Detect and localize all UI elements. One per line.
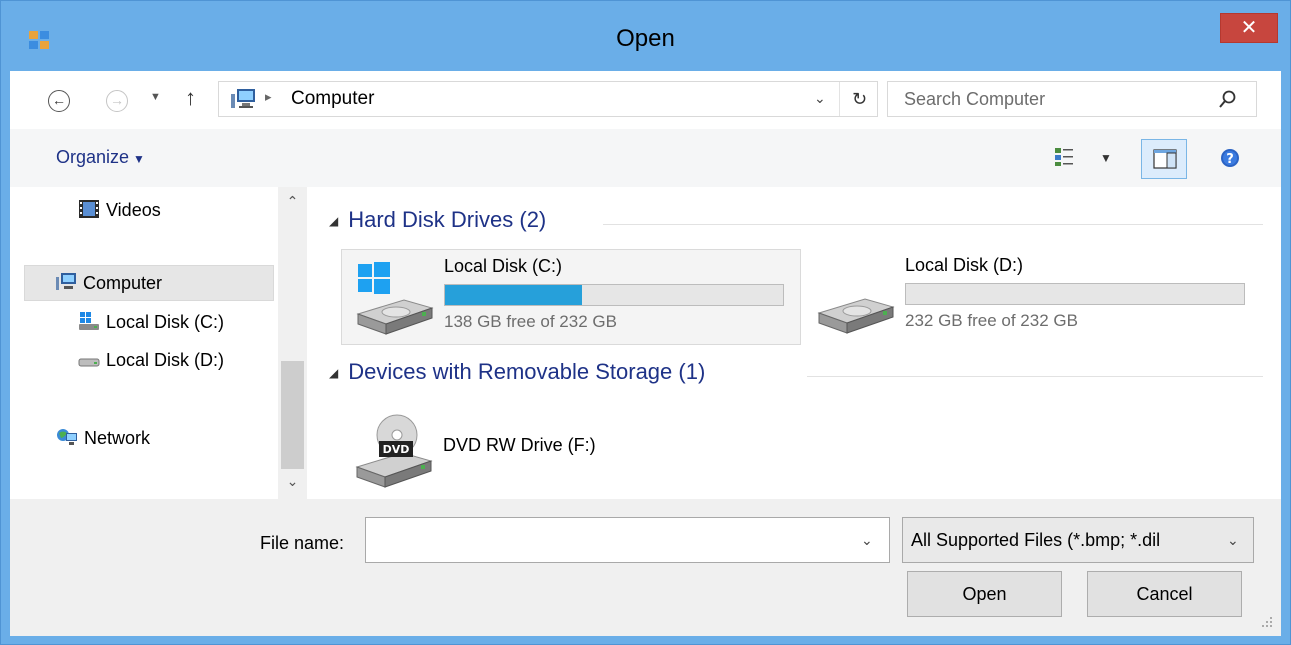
drive-name: Local Disk (D:) [905,255,1024,275]
nav-item-videos[interactable]: Videos [78,195,268,227]
drive-usage-fill [445,285,582,305]
breadcrumb-computer[interactable]: Computer [291,88,374,110]
drive-tile-d[interactable]: Local Disk (D:) 232 GB free of 232 GB [803,249,1263,345]
file-name-field[interactable]: ⌄ [365,517,890,563]
group-hard-disk-drives[interactable]: ◢ Hard Disk Drives (2) [329,207,546,237]
nav-item-label: Network [84,428,151,448]
computer-icon [56,273,76,290]
system-drive-icon [79,312,99,330]
resize-grip-icon[interactable] [1260,615,1274,629]
dvd-badge: DVD [383,443,410,456]
forward-button[interactable]: → [106,90,128,112]
cancel-button[interactable]: Cancel [1087,571,1242,617]
collapse-icon: ◢ [329,366,339,381]
open-button[interactable]: Open [907,571,1062,617]
nav-item-label: Local Disk (C:) [106,312,225,332]
file-name-dropdown-button[interactable]: ⌄ [861,532,873,549]
address-dropdown-button[interactable]: ⌄ [814,90,826,107]
title-bar[interactable]: Open ✕ [1,1,1290,79]
file-list-view: ◢ Hard Disk Drives (2) Local Disk (C:) 1… [307,187,1281,499]
svg-text:?: ? [1226,152,1234,167]
drive-tile-f[interactable]: DVD DVD RW Drive (F:) [341,399,801,495]
group-removable-storage[interactable]: ◢ Devices with Removable Storage (1) [329,359,705,389]
help-icon[interactable]: ? [1220,148,1240,168]
file-name-label: File name: [260,533,345,553]
drive-free-space: 232 GB free of 232 GB [905,311,1078,330]
dialog-footer: File name: ⌄ All Supported Files (*.bmp;… [10,499,1281,636]
preview-pane-button[interactable] [1141,139,1187,179]
group-header-label: Hard Disk Drives (2) [348,207,547,232]
file-type-select[interactable]: All Supported Files (*.bmp; *.dil ⌄ [902,517,1254,563]
windows-drive-icon [356,262,434,335]
nav-item-label: Computer [83,273,163,293]
search-input[interactable]: Search Computer [887,81,1257,117]
up-button[interactable]: ↑ [185,85,196,111]
collapse-icon: ◢ [329,214,339,229]
nav-item-computer[interactable]: Computer [24,265,274,301]
dvd-drive-icon: DVD [355,414,433,488]
refresh-button[interactable]: ↻ [839,82,879,116]
change-view-icon[interactable] [1054,147,1074,167]
nav-item-local-disk-d[interactable]: Local Disk (D:) [78,345,273,377]
back-button[interactable]: ← [48,90,70,112]
drive-name: DVD RW Drive (F:) [443,435,596,455]
navigation-pane: Videos Computer Local Disk (C:) Local Di… [10,187,307,499]
organize-button[interactable]: Organize ▼ [56,147,145,168]
videos-icon [79,200,99,218]
chevron-down-icon: ⌄ [1227,532,1239,548]
nav-item-label: Local Disk (D:) [106,350,225,370]
file-type-value: All Supported Files (*.bmp; *.dil [911,530,1161,550]
computer-icon [231,89,255,108]
search-icon[interactable] [1218,88,1238,110]
window-title: Open [616,25,675,52]
close-button[interactable]: ✕ [1220,13,1278,43]
drive-usage-bar [905,283,1245,305]
preview-pane-icon [1153,149,1177,169]
view-options-caret[interactable]: ▼ [1100,151,1112,165]
scrollbar-thumb[interactable] [281,361,304,469]
organize-label: Organize [56,147,130,167]
group-divider [807,376,1263,377]
dialog-client: ← → ▼ ↑ ▸ Computer ⌄ ↻ Search Computer O… [10,71,1281,636]
scroll-down-button[interactable]: ⌄ [278,473,307,490]
drive-tile-c[interactable]: Local Disk (C:) 138 GB free of 232 GB [341,249,801,345]
nav-item-label: Videos [106,200,161,220]
address-bar[interactable]: ▸ Computer ⌄ ↻ [218,81,878,117]
drive-usage-bar [444,284,784,306]
group-header-label: Devices with Removable Storage (1) [348,359,706,384]
hard-drive-icon [817,298,895,334]
scroll-up-button[interactable]: ⌃ [278,193,307,210]
recent-locations-button[interactable]: ▼ [150,91,161,103]
open-dialog: Open ✕ ← → ▼ ↑ ▸ Computer ⌄ ↻ Search Com… [0,0,1291,645]
search-placeholder: Search Computer [904,89,1046,109]
breadcrumb-separator[interactable]: ▸ [265,89,272,105]
drive-free-space: 138 GB free of 232 GB [444,312,617,331]
nav-item-local-disk-c[interactable]: Local Disk (C:) [78,307,273,339]
nav-item-network[interactable]: Network [56,423,251,455]
command-bar: Organize ▼ ▼ ? [10,129,1281,187]
group-divider [603,224,1263,225]
drive-icon [78,358,100,367]
network-icon [57,429,77,445]
drive-name: Local Disk (C:) [444,256,563,276]
chevron-down-icon: ▼ [133,152,145,166]
